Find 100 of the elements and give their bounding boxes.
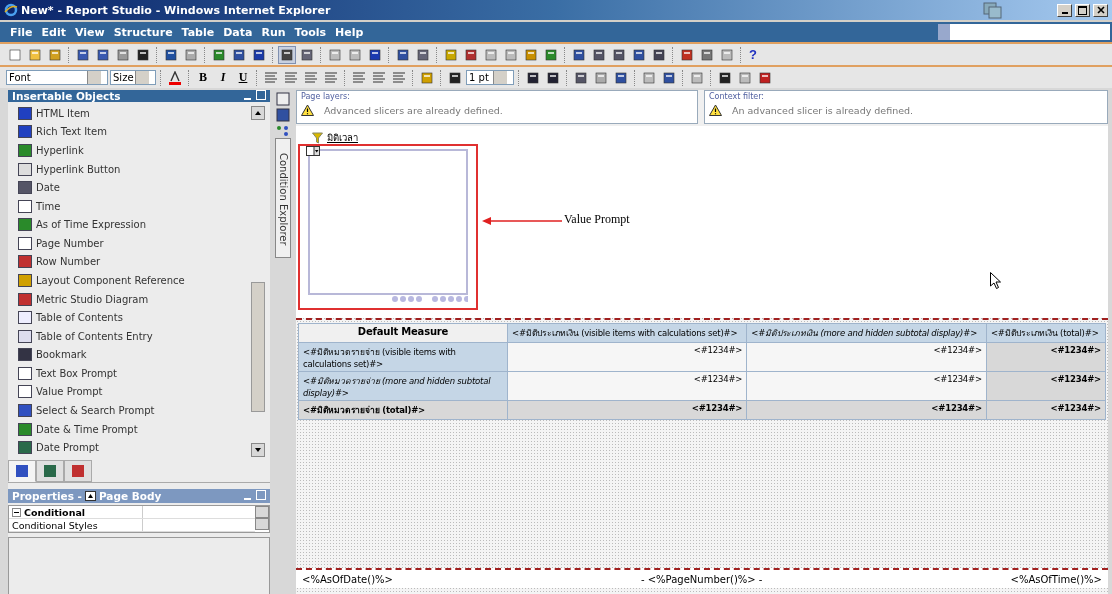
header-cell: <#มิติประเภทเงิน (more and hidden subtotal display)#> [746,323,987,343]
menu-item[interactable]: Table [177,23,219,41]
window-title: New* - Report Studio - Windows Internet Explorer [21,3,331,17]
object-item[interactable]: Table of Contents [8,308,250,327]
close-button[interactable] [1093,3,1108,17]
property-name: Conditional Styles [12,519,98,531]
bottom-icon [392,71,406,84]
object-icon [18,329,32,343]
object-item[interactable]: As of Time Expression [8,215,250,235]
footer-date: <%AsOfDate()%> [302,573,393,585]
help-button[interactable]: ? [746,47,760,62]
font-dropdown[interactable]: Font [6,70,108,85]
menu-item[interactable]: Data [219,23,257,41]
select-ancestor-icon[interactable] [84,491,96,501]
menu-item[interactable]: Tools [290,23,331,41]
menu-item[interactable]: Run [257,23,290,41]
align-right-icon [304,71,318,84]
property-name: Conditional [24,506,86,518]
footer-page-number: - <%PageNumber()%> - [640,573,763,585]
object-icon [18,422,32,436]
object-item[interactable]: Text Box Prompt [8,364,250,383]
menu-item[interactable]: Help [331,23,368,41]
object-item[interactable]: Date [8,178,250,197]
panel-title: Page layers: [301,92,351,101]
header-cell: <#มิติหมวดรายจ่าย (visible items with calculations set)#> [298,342,508,372]
search-field[interactable] [938,24,1110,40]
object-item[interactable]: Hyperlink [8,141,250,160]
maximize-icon[interactable] [256,90,266,100]
format-button[interactable]: I [214,68,232,87]
value-cell: <#1234#> [507,342,747,372]
maximize-icon[interactable] [256,490,266,500]
line-width-dropdown[interactable]: 1 pt [466,70,514,85]
warning-message: An advanced slicer is already defined. [732,104,914,116]
panel-title: Insertable Objects [12,90,121,102]
object-icon [18,162,32,176]
menu-item[interactable]: View [70,23,109,41]
object-item[interactable]: Date & Time Prompt [8,419,250,439]
scroll-up-button[interactable] [251,106,265,120]
header-cell: <#มิติประเภทเงิน (visible items with calculations set)#> [507,323,747,343]
object-icon [18,255,32,269]
scroll-down-button[interactable] [251,443,265,457]
panel-tab[interactable] [64,460,92,482]
value-cell: <#1234#> [507,371,747,401]
collapse-icon[interactable] [12,507,21,517]
format-button[interactable]: B [194,68,212,87]
size-dropdown[interactable]: Size [110,70,156,85]
object-icon [18,218,32,232]
header-cell: <#มิติหมวดรายจ่าย (more and hidden subtotal display)#> [298,371,508,401]
condition-explorer-tab[interactable]: Condition Explorer [275,138,291,258]
object-item[interactable]: Date Prompt [8,438,250,457]
panel-tab[interactable] [36,460,64,482]
font-color-button[interactable] [166,68,184,87]
object-icon [18,106,32,120]
top-icon [352,71,366,84]
warning-icon [301,104,314,116]
value-cell: <#1234#> [986,371,1106,401]
maximize-button[interactable] [1075,3,1090,17]
object-item[interactable]: Bookmark [8,345,250,365]
format-button[interactable]: U [234,68,252,87]
object-item[interactable]: Layout Component Reference [8,271,250,290]
footer-time: <%AsOfTime()%> [1010,573,1102,585]
object-item[interactable]: Select & Search Prompt [8,401,250,420]
object-icon [18,385,32,399]
object-item[interactable]: Rich Text Item [8,122,250,142]
annotation-label: Value Prompt [564,212,630,227]
object-icon [18,143,32,157]
align-left-icon [264,71,278,84]
menu-item[interactable]: Structure [109,23,177,41]
pointer-icon [990,272,1001,289]
maximize-icon [1078,5,1087,15]
middle-icon [372,71,386,84]
object-icon [18,366,32,380]
windows-icon [982,1,1004,19]
justify-icon [324,71,338,84]
corner-cell: Default Measure [298,323,508,343]
align-center-icon [284,71,298,84]
warning-message: Advanced slicers are already defined. [324,104,503,116]
panel-title: Properties - [12,490,82,502]
menu-item[interactable]: File [6,23,37,41]
scrollbar-thumb[interactable] [251,282,265,412]
warning-icon [709,104,722,116]
object-icon [18,236,32,250]
panel-tab[interactable] [8,460,36,482]
minimize-button[interactable] [1057,3,1072,17]
object-item[interactable]: Hyperlink Button [8,159,250,179]
condition-icon[interactable] [276,124,290,136]
object-icon [18,311,32,325]
object-icon [18,274,32,287]
object-item[interactable]: Metric Studio Diagram [8,289,250,309]
object-item[interactable]: Row Number [8,252,250,272]
object-icon [18,125,32,139]
object-item[interactable]: Table of Contents Entry [8,326,250,346]
object-item[interactable]: Value Prompt [8,382,250,402]
object-item[interactable]: HTML Item [8,104,250,123]
menu-item[interactable]: Edit [37,23,70,41]
object-item[interactable]: Page Number [8,234,250,253]
close-icon [1096,6,1105,14]
object-icon [18,181,32,195]
object-icon [18,292,32,306]
object-item[interactable]: Time [8,196,250,216]
